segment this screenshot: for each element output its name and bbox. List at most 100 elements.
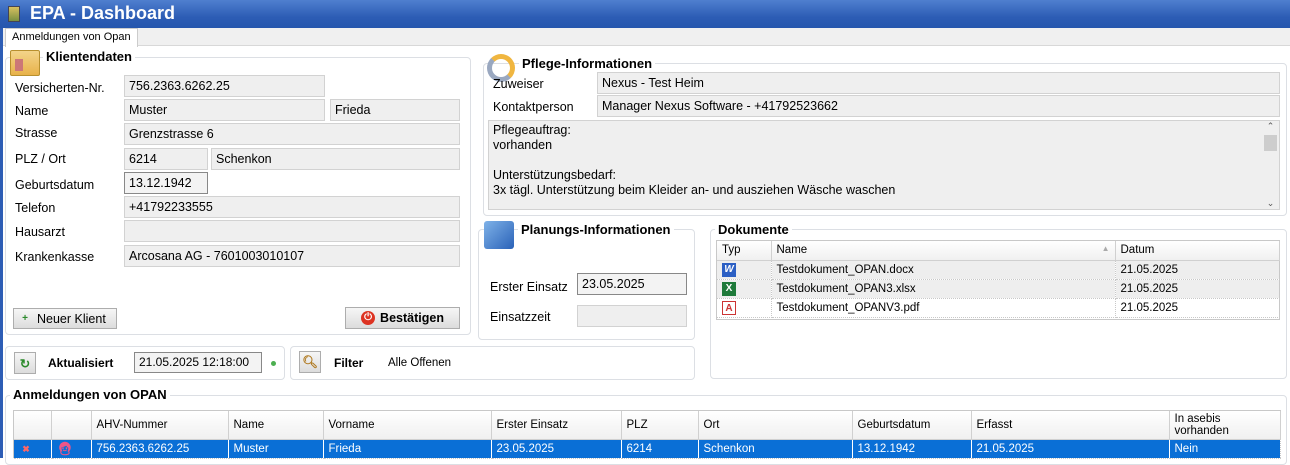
cell-first-deployment: 23.05.2025 bbox=[491, 439, 622, 459]
label-deployment-time: Einsatzzeit bbox=[490, 310, 551, 324]
reg-col-4[interactable]: Vorname bbox=[323, 411, 492, 440]
deployment-time-field[interactable] bbox=[577, 305, 687, 327]
documents-title: Dokumente bbox=[715, 222, 792, 237]
first-deployment-field[interactable]: 23.05.2025 bbox=[577, 273, 687, 295]
reg-col-5[interactable]: Erster Einsatz bbox=[491, 411, 622, 440]
label-zip-city: PLZ / Ort bbox=[15, 152, 66, 166]
sort-asc-icon: ▲ bbox=[1101, 244, 1110, 254]
delete-icon[interactable]: ✖ bbox=[19, 442, 33, 456]
document-row[interactable]: X Testdokument_OPAN3.xlsx 21.05.2025 bbox=[717, 279, 1280, 299]
col-type[interactable]: Typ bbox=[717, 241, 772, 261]
reg-col-9[interactable]: Erfasst bbox=[971, 411, 1170, 440]
cell-ahv: 756.2363.6262.25 bbox=[91, 439, 229, 459]
zip-field[interactable]: 6214 bbox=[124, 148, 208, 170]
label-insurance-no: Versicherten-Nr. bbox=[15, 81, 105, 95]
label-insurer: Krankenkasse bbox=[15, 250, 95, 264]
registrations-table: AHV-Nummer Name Vorname Erster Einsatz PLZ Or… bbox=[14, 411, 1281, 459]
refresh-button[interactable]: ↻ bbox=[14, 352, 36, 374]
refresh-icon: ↻ bbox=[19, 356, 31, 371]
insurer-field[interactable]: Arcosana AG - 7601003010107 bbox=[124, 245, 460, 267]
app-icon bbox=[8, 6, 20, 22]
cell-created: 21.05.2025 bbox=[971, 439, 1170, 459]
document-name: Testdokument_OPAN.docx bbox=[771, 260, 1116, 280]
birthdate-field[interactable]: 13.12.1942 bbox=[124, 172, 208, 194]
col-date[interactable]: Datum bbox=[1115, 241, 1280, 261]
window-frame bbox=[0, 28, 3, 458]
cell-zip: 6214 bbox=[621, 439, 699, 459]
notes-scrollbar[interactable]: ⌃ ⌄ bbox=[1262, 121, 1279, 209]
reg-col-3[interactable]: Name bbox=[228, 411, 324, 440]
label-phone: Telefon bbox=[15, 201, 56, 215]
client-card-icon bbox=[10, 50, 40, 76]
reg-col-10[interactable]: In asebis vorhanden bbox=[1169, 411, 1281, 440]
updated-field: 21.05.2025 12:18:00 bbox=[134, 352, 262, 373]
search-icon: 🔍︎ bbox=[302, 354, 318, 369]
reg-col-7[interactable]: Ort bbox=[698, 411, 853, 440]
pdf-icon: A bbox=[722, 300, 736, 315]
cell-city: Schenkon bbox=[698, 439, 853, 459]
tab-strip bbox=[3, 28, 1290, 46]
col-name[interactable]: Name ▲ bbox=[771, 241, 1116, 261]
first-name-field[interactable]: Frieda bbox=[330, 99, 460, 121]
label-street: Strasse bbox=[15, 126, 58, 140]
registrations-table-wrap: AHV-Nummer Name Vorname Erster Einsatz PLZ Or… bbox=[13, 410, 1281, 459]
insurance-no-field[interactable]: 756.2363.6262.25 bbox=[124, 75, 325, 97]
document-date: 21.05.2025 bbox=[1115, 279, 1280, 299]
reg-col-2[interactable]: AHV-Nummer bbox=[91, 411, 229, 440]
cell-in-asebis: Nein bbox=[1169, 439, 1281, 459]
tab-anmeldungen[interactable]: Anmeldungen von Opan bbox=[5, 28, 138, 47]
label-name: Name bbox=[15, 104, 49, 118]
new-client-button[interactable]: + Neuer Klient bbox=[13, 308, 117, 329]
street-field[interactable]: Grenzstrasse 6 bbox=[124, 123, 460, 145]
excel-icon: X bbox=[722, 281, 736, 296]
registration-row[interactable]: ✖ 👩︎ 756.2363.6262.25 Muster Frieda 23.0… bbox=[14, 439, 1281, 459]
document-name: Testdokument_OPANV3.pdf bbox=[771, 298, 1116, 318]
cell-first-name: Frieda bbox=[323, 439, 492, 459]
title-bar: EPA - Dashboard bbox=[0, 0, 1290, 28]
col-name-label: Name bbox=[776, 244, 808, 257]
reg-col-6[interactable]: PLZ bbox=[621, 411, 699, 440]
document-name: Testdokument_OPAN3.xlsx bbox=[771, 279, 1116, 299]
confirm-button[interactable]: ⏻ Bestätigen bbox=[345, 307, 460, 329]
cell-name: Muster bbox=[228, 439, 324, 459]
client-title: Klientendaten bbox=[43, 49, 135, 64]
filter-button[interactable]: 🔍︎ bbox=[299, 351, 321, 373]
registrations-title: Anmeldungen von OPAN bbox=[10, 387, 170, 402]
scroll-thumb[interactable] bbox=[1264, 135, 1277, 151]
female-person-icon: 👩︎ bbox=[56, 441, 74, 456]
document-row[interactable]: W Testdokument_OPAN.docx 21.05.2025 bbox=[717, 260, 1280, 280]
care-notes-textarea[interactable]: Pflegeauftrag: vorhanden Unterstützungsb… bbox=[488, 120, 1280, 210]
filter-value[interactable]: Alle Offenen bbox=[388, 357, 451, 369]
calendar-icon bbox=[484, 221, 514, 249]
label-contact: Kontaktperson bbox=[493, 100, 574, 114]
power-icon: ⏻ bbox=[361, 311, 376, 325]
documents-table: Typ Name ▲ Datum W Testdokument_OPAN.docx 2… bbox=[717, 241, 1280, 318]
last-name-field[interactable]: Muster bbox=[124, 99, 325, 121]
label-referrer: Zuweiser bbox=[493, 77, 544, 91]
scroll-down-icon[interactable]: ⌄ bbox=[1262, 198, 1279, 209]
label-birthdate: Geburtsdatum bbox=[15, 178, 95, 192]
document-row[interactable]: A Testdokument_OPANV3.pdf 21.05.2025 bbox=[717, 298, 1280, 318]
phone-field[interactable]: +41792233555 bbox=[124, 196, 460, 218]
status-indicator-icon bbox=[271, 361, 276, 366]
reg-col-0[interactable] bbox=[14, 411, 52, 440]
documents-table-wrap: Typ Name ▲ Datum W Testdokument_OPAN.docx 2… bbox=[716, 240, 1280, 320]
scroll-up-icon[interactable]: ⌃ bbox=[1262, 121, 1279, 132]
document-date: 21.05.2025 bbox=[1115, 298, 1280, 318]
planning-title: Planungs-Informationen bbox=[518, 222, 674, 237]
new-client-label: Neuer Klient bbox=[37, 311, 106, 326]
word-icon: W bbox=[722, 262, 736, 277]
contact-field[interactable]: Manager Nexus Software - +41792523662 bbox=[597, 95, 1280, 117]
care-title: Pflege-Informationen bbox=[519, 56, 656, 71]
cell-birthdate: 13.12.1942 bbox=[852, 439, 972, 459]
updated-label: Aktualisiert bbox=[48, 356, 114, 370]
window-title: EPA - Dashboard bbox=[30, 3, 176, 23]
doctor-field[interactable] bbox=[124, 220, 460, 242]
referrer-field[interactable]: Nexus - Test Heim bbox=[597, 72, 1280, 94]
reg-col-8[interactable]: Geburtsdatum bbox=[852, 411, 972, 440]
add-user-icon: + bbox=[22, 312, 28, 324]
reg-col-1[interactable] bbox=[51, 411, 92, 440]
label-first-deployment: Erster Einsatz bbox=[490, 280, 568, 294]
city-field[interactable]: Schenkon bbox=[211, 148, 460, 170]
label-doctor: Hausarzt bbox=[15, 225, 66, 239]
